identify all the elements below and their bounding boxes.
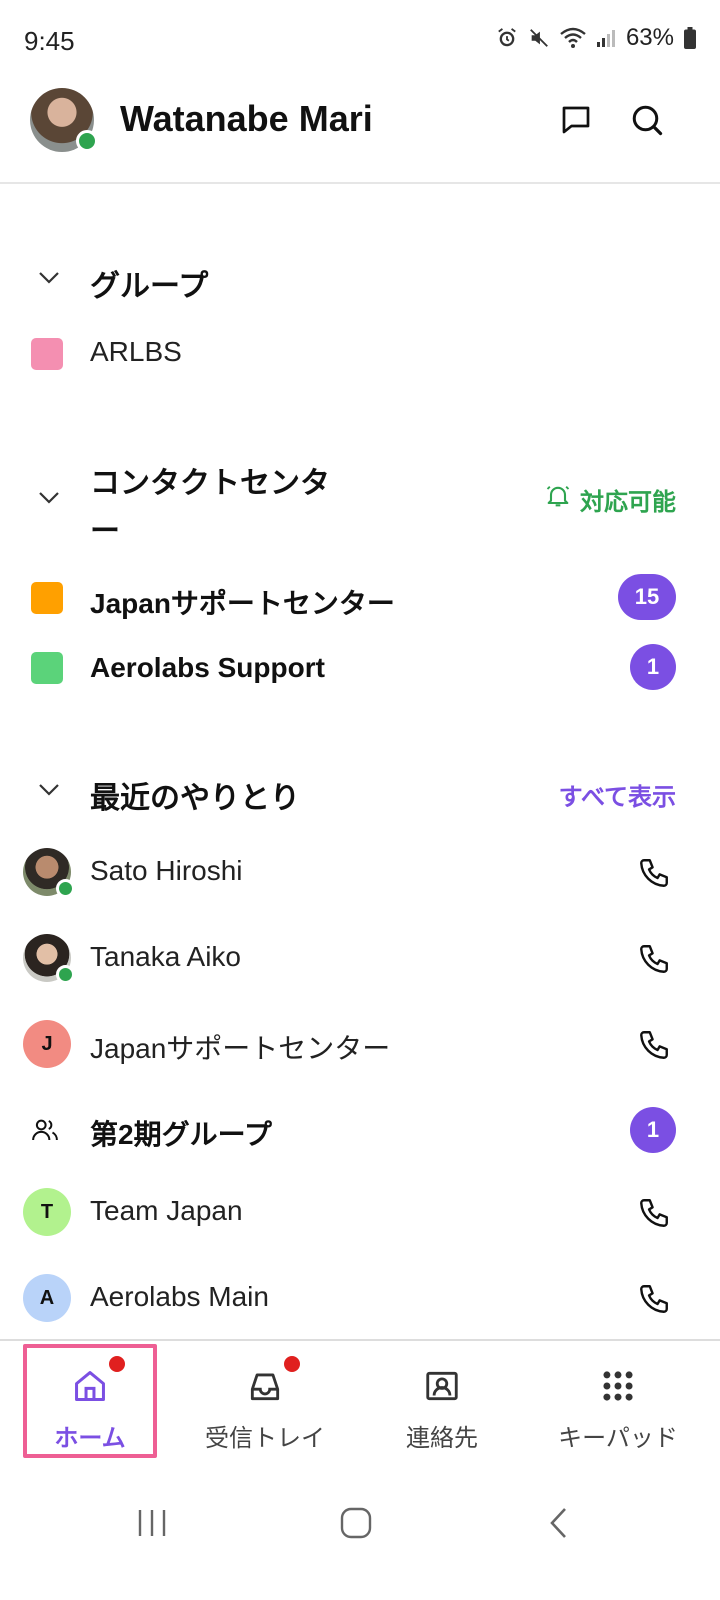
contact-name: Japanサポートセンター bbox=[90, 1033, 391, 1064]
recent-group-row[interactable]: 第2期グループ 1 bbox=[0, 1095, 720, 1165]
recents-icon[interactable] bbox=[112, 1500, 192, 1546]
contact-center-collapse-chevron-icon[interactable] bbox=[29, 478, 69, 518]
online-status-dot bbox=[76, 130, 98, 152]
home-tab-highlight bbox=[23, 1344, 157, 1458]
header-divider bbox=[0, 182, 720, 184]
contact-avatar-initial: A bbox=[23, 1274, 71, 1322]
phone-icon[interactable] bbox=[632, 851, 676, 895]
search-icon[interactable] bbox=[624, 97, 670, 143]
recent-contact-row[interactable]: Tanaka Aiko bbox=[0, 924, 720, 994]
contact-name: Team Japan bbox=[90, 1195, 243, 1226]
alarm-icon bbox=[496, 27, 518, 49]
tab-inbox[interactable]: 受信トレイ bbox=[175, 1344, 355, 1462]
recent-contact-row[interactable]: A Aerolabs Main bbox=[0, 1264, 720, 1334]
unread-badge: 1 bbox=[630, 644, 676, 690]
signal-icon bbox=[596, 28, 616, 48]
contact-avatar-initial: T bbox=[23, 1188, 71, 1236]
tab-label: 受信トレイ bbox=[205, 1425, 325, 1452]
contact-center-row[interactable]: Japanサポートセンター 15 bbox=[0, 564, 720, 632]
status-time: 9:45 bbox=[24, 26, 75, 56]
bell-icon bbox=[544, 482, 572, 517]
queue-label: Japanサポートセンター bbox=[90, 588, 395, 619]
mute-icon bbox=[528, 27, 550, 49]
wifi-icon bbox=[560, 27, 586, 49]
group-color-swatch bbox=[31, 338, 63, 370]
queue-label: Aerolabs Support bbox=[90, 652, 325, 683]
contact-center-row[interactable]: Aerolabs Support 1 bbox=[0, 634, 720, 702]
contact-avatar bbox=[23, 934, 75, 984]
contact-name: Tanaka Aiko bbox=[90, 941, 241, 972]
queue-color-swatch bbox=[31, 582, 63, 614]
profile-avatar[interactable] bbox=[30, 88, 98, 152]
battery-percent: 63% bbox=[625, 24, 674, 51]
groups-section-title: グループ bbox=[90, 270, 209, 303]
contact-name: Aerolabs Main bbox=[90, 1281, 269, 1312]
contacts-icon bbox=[423, 1366, 461, 1406]
phone-icon[interactable] bbox=[632, 1191, 676, 1235]
back-icon[interactable] bbox=[518, 1500, 598, 1546]
recent-contact-row[interactable]: T Team Japan bbox=[0, 1178, 720, 1248]
contact-center-section-title: コンタクトセンター bbox=[90, 467, 330, 548]
phone-icon[interactable] bbox=[632, 1277, 676, 1321]
home-nav-icon[interactable] bbox=[316, 1500, 396, 1546]
online-status-dot bbox=[56, 879, 75, 898]
group-label: ARLBS bbox=[90, 336, 182, 367]
recent-contact-row[interactable]: Sato Hiroshi bbox=[0, 838, 720, 908]
tab-keypad[interactable]: キーパッド bbox=[528, 1344, 708, 1462]
availability-status[interactable]: 対応可能 bbox=[544, 482, 676, 517]
status-icons: 63% bbox=[496, 24, 696, 52]
chat-icon[interactable] bbox=[553, 97, 599, 143]
keypad-icon bbox=[599, 1366, 637, 1406]
inbox-icon bbox=[246, 1356, 300, 1406]
tab-label: 連絡先 bbox=[406, 1425, 478, 1452]
phone-icon[interactable] bbox=[632, 937, 676, 981]
contact-avatar-initial: J bbox=[23, 1020, 71, 1068]
tab-contacts[interactable]: 連絡先 bbox=[352, 1344, 532, 1462]
groups-collapse-chevron-icon[interactable] bbox=[29, 258, 69, 298]
contact-avatar bbox=[23, 848, 75, 898]
queue-color-swatch bbox=[31, 652, 63, 684]
battery-icon bbox=[684, 27, 696, 49]
phone-icon[interactable] bbox=[632, 1023, 676, 1067]
group-row-arlbs[interactable]: ARLBS bbox=[0, 320, 720, 388]
show-all-link[interactable]: すべて表示 bbox=[559, 777, 676, 812]
group-name: 第2期グループ bbox=[90, 1119, 272, 1150]
unread-badge: 15 bbox=[618, 574, 676, 620]
online-status-dot bbox=[56, 965, 75, 984]
recent-section-title: 最近のやりとり bbox=[90, 782, 300, 815]
group-icon bbox=[30, 1115, 64, 1145]
availability-label: 対応可能 bbox=[580, 489, 676, 516]
tab-label: キーパッド bbox=[558, 1425, 678, 1452]
recent-collapse-chevron-icon[interactable] bbox=[29, 770, 69, 810]
tabbar-divider bbox=[0, 1339, 720, 1341]
unread-badge: 1 bbox=[630, 1107, 676, 1153]
user-name[interactable]: Watanabe Mari bbox=[120, 98, 373, 140]
notification-dot bbox=[284, 1356, 300, 1372]
recent-contact-row[interactable]: J Japanサポートセンター bbox=[0, 1010, 720, 1080]
contact-name: Sato Hiroshi bbox=[90, 855, 243, 886]
